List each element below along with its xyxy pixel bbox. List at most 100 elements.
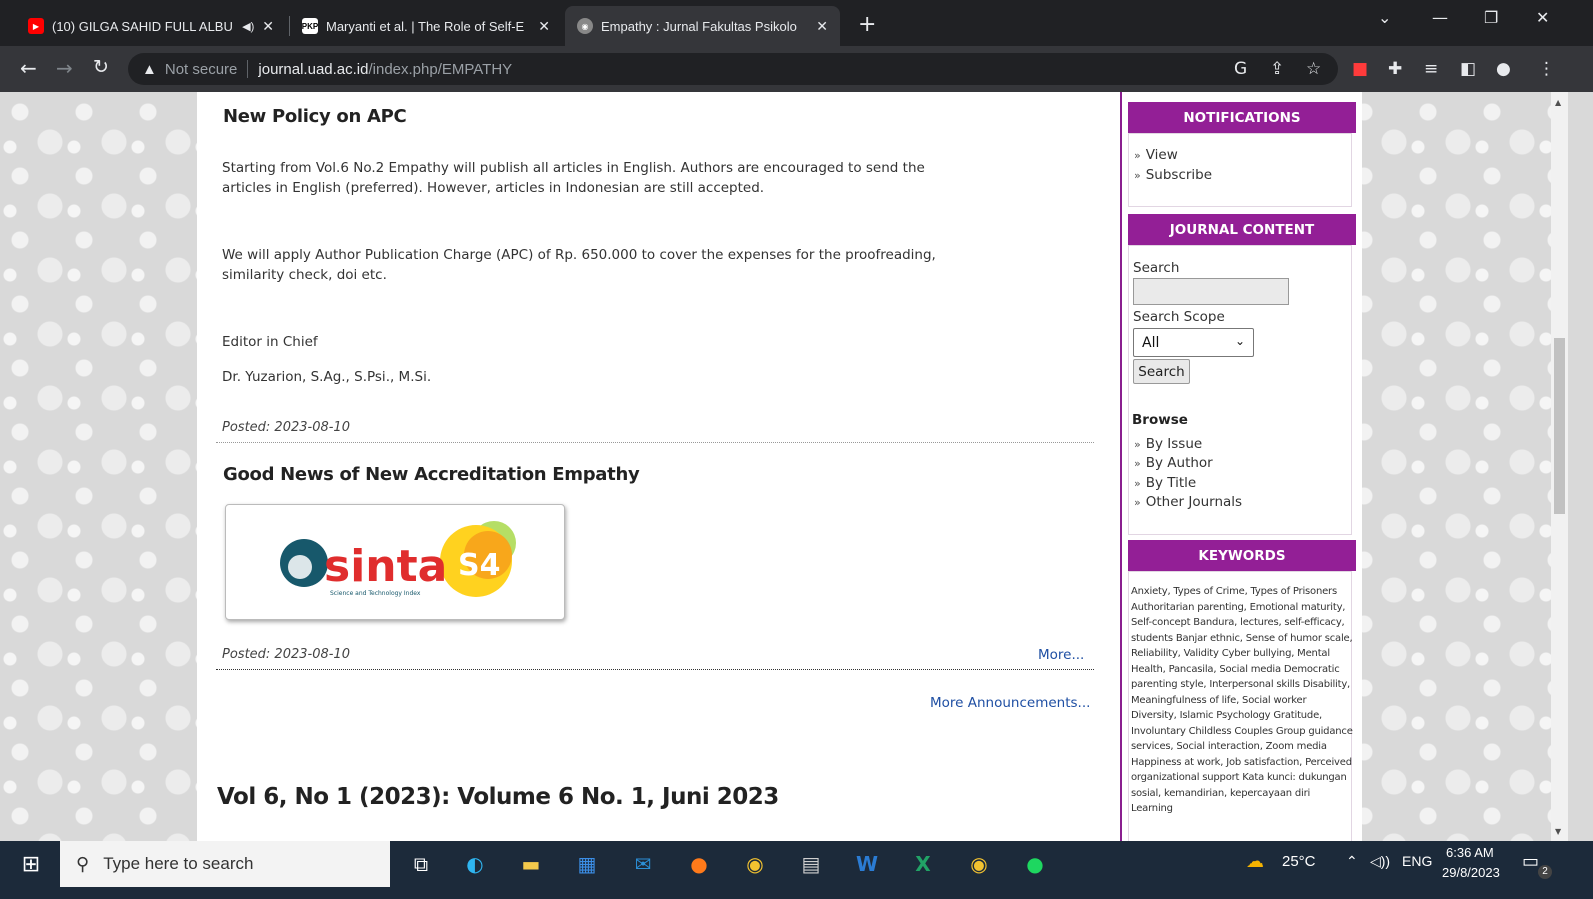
browse-by-author-link[interactable]: » By Author [1134, 455, 1213, 471]
search-scope-value: All [1142, 334, 1160, 351]
restore-icon[interactable]: ❐ [1484, 8, 1498, 27]
search-scope-label: Search Scope [1133, 309, 1225, 325]
announcement-title[interactable]: New Policy on APC [223, 106, 407, 127]
extension-icon[interactable]: ■ [1352, 59, 1368, 79]
posted-date: Posted: 2023-08-10 [222, 647, 350, 662]
scrollbar-thumb[interactable] [1554, 338, 1565, 514]
posted-date: Posted: 2023-08-10 [222, 420, 350, 435]
browse-other-journals-link[interactable]: » Other Journals [1134, 494, 1242, 510]
show-hidden-icons-icon[interactable]: ⌃ [1346, 853, 1358, 870]
notifications-subscribe-link[interactable]: » Subscribe [1134, 167, 1212, 183]
tab-strip: ▶ (10) GILGA SAHID FULL ALBU ◀) ✕ PKP Ma… [0, 0, 1593, 46]
youtube-icon: ▶ [28, 18, 44, 34]
search-button[interactable]: Search [1133, 359, 1190, 384]
journal-icon: ◉ [577, 18, 593, 34]
scroll-up-icon[interactable]: ▲ [1555, 98, 1561, 107]
bookmark-star-icon[interactable]: ☆ [1306, 59, 1321, 79]
keywords-header: KEYWORDS [1128, 540, 1356, 571]
svg-text:sinta: sinta [324, 541, 447, 592]
extensions-puzzle-icon[interactable]: ✚ [1388, 59, 1402, 79]
tab-search-icon[interactable]: ⌄ [1378, 8, 1391, 27]
sinta-logo-icon: sinta S4 Science and Technology Index [280, 521, 516, 597]
browse-label: Browse [1132, 412, 1188, 428]
browse-by-title-link[interactable]: » By Title [1134, 475, 1196, 491]
chrome-icon[interactable]: ◉ [740, 849, 770, 879]
tab-maryanti[interactable]: PKP Maryanti et al. | The Role of Self-E… [290, 6, 562, 46]
announcement-title[interactable]: Good News of New Accreditation Empathy [223, 464, 640, 485]
forward-icon[interactable]: → [56, 56, 73, 80]
clock-date[interactable]: 29/8/2023 [1442, 865, 1500, 880]
issue-title: Vol 6, No 1 (2023): Volume 6 No. 1, Juni… [217, 784, 779, 810]
announcement-paragraph: Starting from Vol.6 No.2 Empathy will pu… [222, 160, 925, 196]
close-tab-icon[interactable]: ✕ [262, 18, 274, 35]
weather-icon[interactable]: ☁ [1246, 851, 1264, 872]
action-center-icon[interactable]: ▭ [1522, 851, 1539, 872]
url-host: journal.uad.ac.id [258, 60, 369, 78]
journal-content-header: JOURNAL CONTENT [1128, 214, 1356, 245]
browser-toolbar: ← → ↻ ▲ Not secure journal.uad.ac.id /in… [0, 46, 1593, 92]
bullet-icon: » [1134, 149, 1141, 162]
calculator-icon[interactable]: ▤ [796, 849, 826, 879]
task-view-icon[interactable]: ⧉ [406, 849, 436, 879]
menu-kebab-icon[interactable]: ⋮ [1538, 59, 1555, 79]
close-window-icon[interactable]: ✕ [1536, 8, 1549, 27]
svg-text:Science and Technology Index: Science and Technology Index [330, 590, 421, 597]
keyword-cloud[interactable]: Anxiety, Types of Crime, Types of Prison… [1131, 584, 1353, 817]
warning-icon[interactable]: ▲ [142, 61, 157, 78]
notifications-view-link[interactable]: » View [1134, 147, 1178, 163]
word-icon[interactable]: W [852, 849, 882, 879]
volume-icon[interactable]: ◁)) [1370, 853, 1390, 870]
scroll-down-icon[interactable]: ▼ [1555, 827, 1561, 836]
minimize-icon[interactable]: — [1432, 8, 1448, 27]
close-tab-icon[interactable]: ✕ [538, 18, 550, 35]
more-announcements-link[interactable]: More Announcements... [930, 695, 1090, 711]
mail-icon[interactable]: ✉ [628, 849, 658, 879]
address-bar[interactable]: ▲ Not secure journal.uad.ac.id /index.ph… [128, 53, 1338, 85]
tab-youtube[interactable]: ▶ (10) GILGA SAHID FULL ALBU ◀) ✕ [16, 6, 286, 46]
search-input[interactable] [1133, 278, 1289, 305]
reading-list-icon[interactable]: ≡ [1424, 59, 1438, 79]
address-separator [247, 60, 249, 78]
search-label: Search [1133, 260, 1180, 276]
announcement-signature-name: Dr. Yuzarion, S.Ag., S.Psi., M.Si. [222, 369, 432, 385]
excel-icon[interactable]: X [908, 849, 938, 879]
tab-empathy[interactable]: ◉ Empathy : Jurnal Fakultas Psikolo ✕ [565, 6, 840, 46]
new-tab-button[interactable]: + [858, 12, 876, 37]
speaker-icon[interactable]: ◀) [242, 20, 254, 33]
profile-avatar-icon[interactable]: ● [1496, 59, 1511, 79]
tab-title: (10) GILGA SAHID FULL ALBU [52, 18, 233, 34]
windows-start-icon[interactable]: ⊞ [16, 849, 46, 879]
notifications-header: NOTIFICATIONS [1128, 102, 1356, 133]
input-language[interactable]: ENG [1402, 853, 1432, 869]
side-panel-icon[interactable]: ◧ [1460, 59, 1476, 79]
file-explorer-icon[interactable]: ▬ [516, 849, 546, 879]
svg-text:S4: S4 [458, 548, 500, 583]
taskbar-search[interactable]: ⚲ Type here to search [60, 841, 390, 887]
windows-taskbar: ⊞ ⚲ Type here to search ⧉ ◐ ▬ ▦ ✉ ● ◉ ▤ … [0, 841, 1593, 899]
spotify-icon[interactable]: ● [1020, 849, 1050, 879]
tab-title: Maryanti et al. | The Role of Self-E [326, 18, 525, 34]
sinta-accreditation-image: sinta S4 Science and Technology Index [225, 504, 565, 620]
edge-browser-icon[interactable]: ◐ [460, 849, 490, 879]
reload-icon[interactable]: ↻ [93, 56, 109, 78]
page-scrollbar[interactable]: ▲ ▼ [1551, 92, 1568, 841]
pkp-icon: PKP [302, 18, 318, 34]
store-icon[interactable]: ▦ [572, 849, 602, 879]
announcement-divider [216, 442, 1094, 443]
announcement-paragraph: We will apply Author Publication Charge … [222, 247, 936, 283]
back-icon[interactable]: ← [20, 56, 37, 80]
chrome-profile-icon[interactable]: ◉ [964, 849, 994, 879]
search-scope-select[interactable]: All ⌄ [1133, 328, 1254, 357]
more-link[interactable]: More... [1038, 647, 1084, 663]
taskbar-search-placeholder: Type here to search [103, 854, 254, 873]
clock-time[interactable]: 6:36 AM [1446, 845, 1494, 860]
url-path: /index.php/EMPATHY [368, 60, 513, 78]
security-label: Not secure [164, 60, 238, 78]
close-tab-icon[interactable]: ✕ [816, 18, 828, 35]
firefox-icon[interactable]: ● [684, 849, 714, 879]
browse-by-issue-link[interactable]: » By Issue [1134, 436, 1202, 452]
share-icon[interactable]: ⇪ [1270, 59, 1284, 79]
bullet-icon: » [1134, 457, 1141, 470]
google-icon[interactable]: G [1234, 59, 1247, 79]
weather-temp[interactable]: 25°C [1282, 853, 1316, 870]
